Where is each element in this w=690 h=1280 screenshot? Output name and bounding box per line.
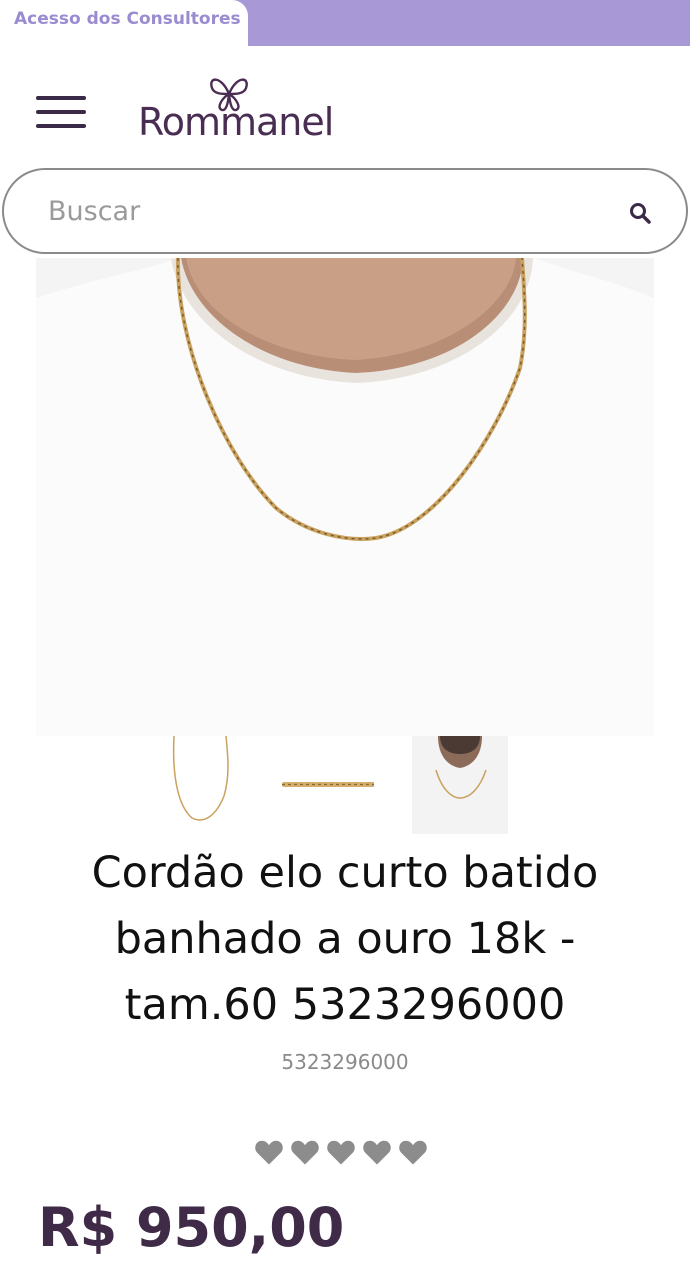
heart-icon (399, 1140, 427, 1165)
thumbnail-chain-detail-view[interactable] (278, 736, 374, 834)
heart-icon (363, 1140, 391, 1165)
hamburger-menu-icon[interactable] (36, 94, 88, 130)
product-price: R$ 950,00 (38, 1196, 345, 1259)
search-input[interactable] (48, 192, 588, 230)
search-icon[interactable] (628, 201, 652, 225)
search-bar[interactable] (2, 168, 688, 254)
product-sku: 5323296000 (281, 1050, 409, 1074)
thumbnail-chain-full-view[interactable] (162, 736, 258, 834)
brand-logo-text: Rommanel (138, 100, 334, 144)
product-title: Cordão elo curto batido banhado a ouro 1… (91, 848, 599, 1030)
heart-icon (327, 1140, 355, 1165)
brand-logo[interactable]: Rommanel (138, 72, 358, 146)
heart-icon (291, 1140, 319, 1165)
site-header: Rommanel (0, 46, 690, 166)
consultant-access-link[interactable]: Acesso dos Consultores (0, 0, 248, 46)
product-main-image[interactable] (36, 258, 654, 736)
product-thumbnails (162, 736, 522, 836)
product-rating[interactable] (254, 1138, 434, 1168)
heart-icon (255, 1140, 283, 1165)
thumbnail-chain-on-model-view[interactable] (412, 736, 508, 834)
